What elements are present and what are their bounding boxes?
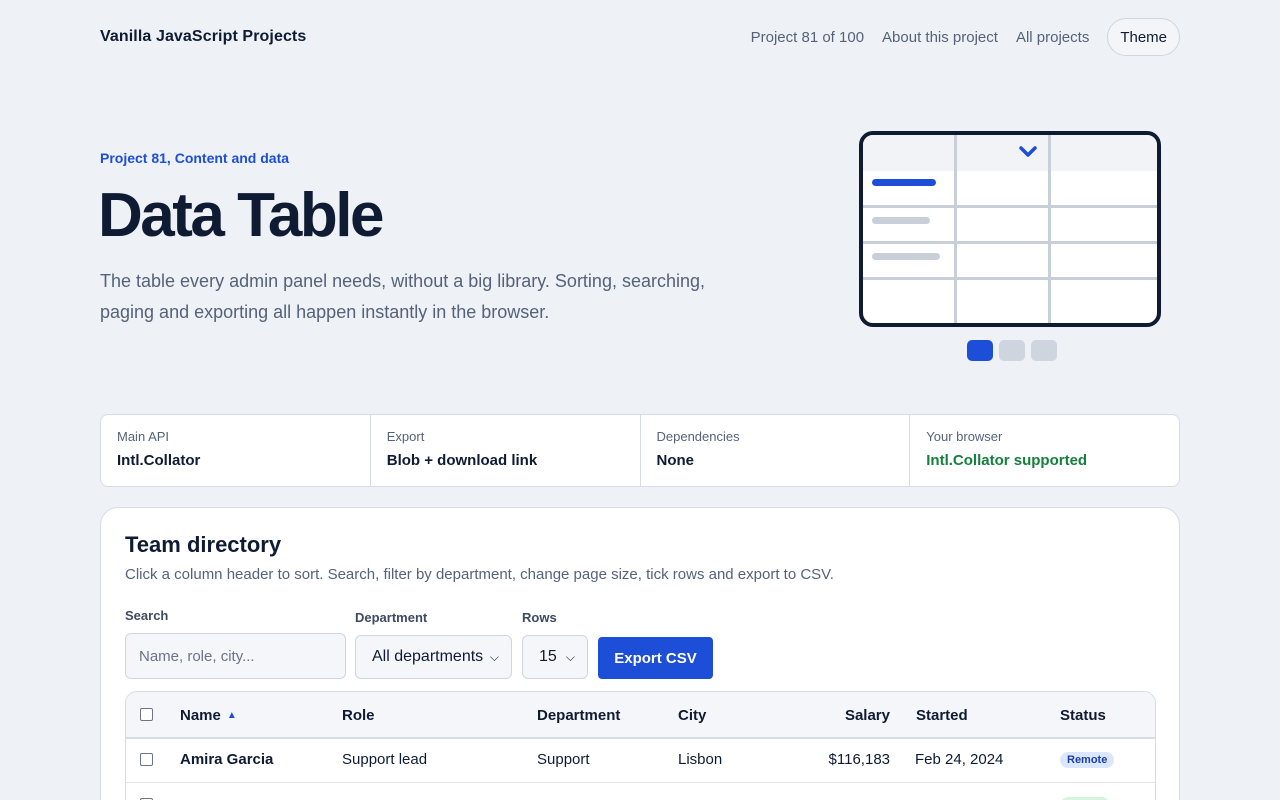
browser-support-status: Intl.Collator supported xyxy=(926,452,1088,469)
cell-role: Support lead xyxy=(342,751,428,768)
column-header-department[interactable]: Department xyxy=(537,707,620,724)
page-title: Data Table xyxy=(98,181,384,250)
all-projects-link[interactable]: All projects xyxy=(1016,29,1089,46)
team-directory-card: Team directory Click a column header to … xyxy=(100,507,1180,800)
info-browser-support: Your browser Intl.Collator supported xyxy=(910,415,1179,486)
illustration-column-divider xyxy=(954,135,957,323)
illustration-header-row xyxy=(863,135,1157,171)
cell-department: Support xyxy=(537,751,590,768)
table-row-partial[interactable] xyxy=(126,784,1155,800)
column-header-label: Name xyxy=(180,707,221,724)
page-description: The table every admin panel needs, witho… xyxy=(100,271,706,322)
chevron-down-icon: ⌵ xyxy=(565,649,575,664)
row-checkbox[interactable] xyxy=(140,753,153,766)
illustration-row-divider xyxy=(863,277,1157,280)
department-selected-value: All departments xyxy=(372,648,484,665)
illustration-column-divider xyxy=(1048,135,1051,323)
illustration-row-divider xyxy=(863,205,1157,208)
column-header-status[interactable]: Status xyxy=(1060,707,1106,724)
department-select[interactable]: All departments ⌵ xyxy=(355,635,512,679)
carousel-dot[interactable] xyxy=(1031,340,1057,361)
info-dependencies: Dependencies None xyxy=(641,415,911,486)
info-value: None xyxy=(656,452,695,469)
search-label: Search xyxy=(125,608,169,623)
team-table: Name ▲ Role Department City Salary Starte… xyxy=(125,691,1156,800)
data-table-illustration xyxy=(859,131,1161,327)
card-subtitle: Click a column header to sort. Search, f… xyxy=(125,566,834,583)
column-header-salary[interactable]: Salary xyxy=(790,707,890,724)
project-eyebrow: Project 81, Content and data xyxy=(100,150,290,166)
table-row[interactable]: Amira Garcia Support lead Support Lisbon… xyxy=(126,739,1155,783)
info-export: Export Blob + download link xyxy=(371,415,641,486)
rows-label: Rows xyxy=(522,610,557,625)
illustration-placeholder-bar xyxy=(872,253,940,260)
info-main-api: Main API Intl.Collator xyxy=(101,415,371,486)
column-header-city[interactable]: City xyxy=(678,707,706,724)
project-info-strip: Main API Intl.Collator Export Blob + dow… xyxy=(100,414,1180,487)
cell-started: Feb 24, 2024 xyxy=(915,751,1004,768)
chevron-down-icon xyxy=(1019,146,1037,157)
illustration-placeholder-bar xyxy=(872,217,930,224)
info-label: Your browser xyxy=(926,429,1003,444)
top-bar: Vanilla JavaScript Projects Project 81 o… xyxy=(100,18,1180,56)
illustration-row-divider xyxy=(863,241,1157,244)
carousel-dot[interactable] xyxy=(999,340,1025,361)
info-label: Export xyxy=(386,429,425,444)
export-csv-button[interactable]: Export CSV xyxy=(598,637,713,679)
cell-city: Lisbon xyxy=(678,751,723,768)
rows-selected-value: 15 xyxy=(539,648,557,665)
card-title: Team directory xyxy=(125,532,282,557)
info-label: Dependencies xyxy=(656,429,740,444)
cell-name: Amira Garcia xyxy=(180,751,274,768)
theme-toggle-button[interactable]: Theme xyxy=(1107,18,1180,56)
carousel-dot-active[interactable] xyxy=(967,340,993,361)
department-label: Department xyxy=(355,610,428,625)
illustration-highlight-bar xyxy=(872,179,936,186)
project-count-link[interactable]: Project 81 of 100 xyxy=(751,29,864,46)
brand-title[interactable]: Vanilla JavaScript Projects xyxy=(100,28,306,46)
info-value: Blob + download link xyxy=(386,452,538,469)
rows-per-page-select[interactable]: 15 ⌵ xyxy=(522,635,588,679)
about-project-link[interactable]: About this project xyxy=(882,29,998,46)
column-header-started[interactable]: Started xyxy=(916,707,968,724)
cell-salary: $116,183 xyxy=(828,751,890,768)
carousel-dots xyxy=(967,340,1057,361)
top-nav: Project 81 of 100 About this project All… xyxy=(751,18,1180,56)
search-input[interactable] xyxy=(125,633,346,679)
column-header-name[interactable]: Name ▲ xyxy=(180,707,237,724)
table-header-row: Name ▲ Role Department City Salary Starte… xyxy=(126,692,1155,739)
sort-ascending-icon: ▲ xyxy=(226,710,237,721)
column-header-role[interactable]: Role xyxy=(342,707,375,724)
info-label: Main API xyxy=(117,429,170,444)
info-value: Intl.Collator xyxy=(117,452,201,469)
status-badge: Remote xyxy=(1060,752,1115,768)
chevron-down-icon: ⌵ xyxy=(489,649,499,664)
select-all-checkbox[interactable] xyxy=(140,708,153,721)
